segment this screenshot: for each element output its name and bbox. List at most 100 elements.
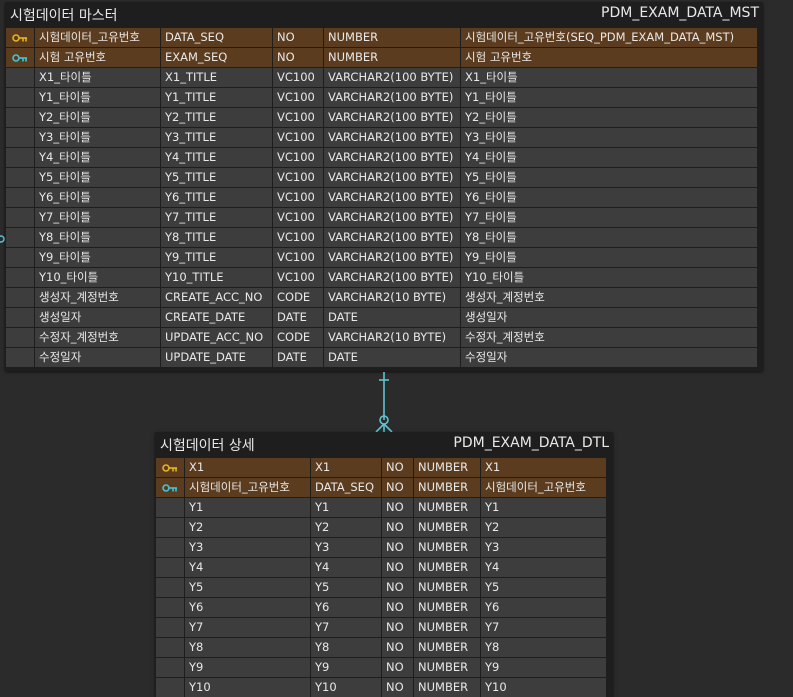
column-logical: Y6_타이틀 — [35, 188, 160, 207]
column-row[interactable]: Y9 Y9 NO NUMBER Y9 — [155, 657, 613, 677]
column-comment: Y3_타이틀 — [461, 128, 757, 147]
row-marker — [156, 518, 184, 537]
column-row[interactable]: Y10_타이틀 Y10_TITLE VC100 VARCHAR2(100 BYTE) Y… — [5, 267, 763, 287]
column-physical: X1_TITLE — [161, 68, 272, 87]
column-type: VARCHAR2(100 BYTE) — [324, 188, 460, 207]
entity-physical-name: PDM_EXAM_DATA_DTL — [453, 435, 609, 451]
column-row[interactable]: Y1 Y1 NO NUMBER Y1 — [155, 497, 613, 517]
column-physical: Y2_TITLE — [161, 108, 272, 127]
column-physical: Y6_TITLE — [161, 188, 272, 207]
row-marker — [6, 348, 34, 367]
column-domain: NO — [382, 678, 413, 697]
column-domain: VC100 — [273, 268, 323, 287]
column-row[interactable]: Y6 Y6 NO NUMBER Y6 — [155, 597, 613, 617]
column-row[interactable]: 시험데이터_고유번호 DATA_SEQ NO NUMBER 시험데이터_고유번호 — [155, 477, 613, 497]
column-comment: Y10 — [481, 678, 606, 697]
column-comment: Y9 — [481, 658, 606, 677]
column-type: VARCHAR2(100 BYTE) — [324, 88, 460, 107]
column-physical: X1 — [311, 458, 381, 477]
column-logical: Y7 — [185, 618, 310, 637]
column-logical: 수정자_계정번호 — [35, 328, 160, 347]
column-type: VARCHAR2(100 BYTE) — [324, 128, 460, 147]
column-comment: 시험데이터_고유번호(SEQ_PDM_EXAM_DATA_MST) — [461, 28, 757, 47]
column-comment: Y4_타이틀 — [461, 148, 757, 167]
column-domain: NO — [382, 618, 413, 637]
row-marker — [6, 88, 34, 107]
row-marker — [6, 228, 34, 247]
row-marker — [156, 678, 184, 697]
column-comment: Y2 — [481, 518, 606, 537]
column-row[interactable]: Y6_타이틀 Y6_TITLE VC100 VARCHAR2(100 BYTE) Y6_… — [5, 187, 763, 207]
column-row[interactable]: 시험 고유번호 EXAM_SEQ NO NUMBER 시험 고유번호 — [5, 47, 763, 67]
column-row[interactable]: Y9_타이틀 Y9_TITLE VC100 VARCHAR2(100 BYTE) Y9_… — [5, 247, 763, 267]
entity-header: 시험데이터 상세 PDM_EXAM_DATA_DTL — [155, 432, 613, 456]
column-type: VARCHAR2(10 BYTE) — [324, 328, 460, 347]
column-row[interactable]: Y7 Y7 NO NUMBER Y7 — [155, 617, 613, 637]
column-row[interactable]: 수정일자 UPDATE_DATE DATE DATE 수정일자 — [5, 347, 763, 367]
column-type: NUMBER — [414, 638, 480, 657]
column-physical: CREATE_DATE — [161, 308, 272, 327]
column-logical: Y10_타이틀 — [35, 268, 160, 287]
primary-key-icon — [6, 28, 34, 47]
column-comment: Y8 — [481, 638, 606, 657]
column-logical: Y10 — [185, 678, 310, 697]
column-type: DATE — [324, 348, 460, 367]
column-physical: Y5 — [311, 578, 381, 597]
row-marker — [6, 288, 34, 307]
column-logical: Y2_타이틀 — [35, 108, 160, 127]
column-comment: 수정자_계정번호 — [461, 328, 757, 347]
column-row[interactable]: X1 X1 NO NUMBER X1 — [155, 457, 613, 477]
column-row[interactable]: Y2 Y2 NO NUMBER Y2 — [155, 517, 613, 537]
column-physical: Y7_TITLE — [161, 208, 272, 227]
column-row[interactable]: Y4 Y4 NO NUMBER Y4 — [155, 557, 613, 577]
row-marker — [6, 308, 34, 327]
column-domain: NO — [382, 558, 413, 577]
column-row[interactable]: Y8_타이틀 Y8_TITLE VC100 VARCHAR2(100 BYTE) Y8_… — [5, 227, 763, 247]
column-physical: Y3 — [311, 538, 381, 557]
column-comment: Y1_타이틀 — [461, 88, 757, 107]
column-type: NUMBER — [414, 598, 480, 617]
row-marker — [156, 658, 184, 677]
column-type: NUMBER — [414, 658, 480, 677]
column-row[interactable]: Y3_타이틀 Y3_TITLE VC100 VARCHAR2(100 BYTE) Y3_… — [5, 127, 763, 147]
column-row[interactable]: Y4_타이틀 Y4_TITLE VC100 VARCHAR2(100 BYTE) Y4_… — [5, 147, 763, 167]
column-type: DATE — [324, 308, 460, 327]
column-physical: Y4_TITLE — [161, 148, 272, 167]
column-row[interactable]: Y2_타이틀 Y2_TITLE VC100 VARCHAR2(100 BYTE) Y2_… — [5, 107, 763, 127]
column-row[interactable]: Y8 Y8 NO NUMBER Y8 — [155, 637, 613, 657]
column-comment: Y7_타이틀 — [461, 208, 757, 227]
entity-exam-data-detail[interactable]: 시험데이터 상세 PDM_EXAM_DATA_DTL X1 X1 NO NUMBER X… — [155, 432, 613, 697]
column-domain: VC100 — [273, 228, 323, 247]
column-row[interactable]: 생성일자 CREATE_DATE DATE DATE 생성일자 — [5, 307, 763, 327]
row-marker — [156, 618, 184, 637]
column-logical: Y7_타이틀 — [35, 208, 160, 227]
column-row[interactable]: Y5_타이틀 Y5_TITLE VC100 VARCHAR2(100 BYTE) Y5_… — [5, 167, 763, 187]
column-row[interactable]: Y5 Y5 NO NUMBER Y5 — [155, 577, 613, 597]
column-row[interactable]: Y3 Y3 NO NUMBER Y3 — [155, 537, 613, 557]
column-comment: Y5_타이틀 — [461, 168, 757, 187]
column-logical: Y1_타이틀 — [35, 88, 160, 107]
column-physical: Y10 — [311, 678, 381, 697]
column-row[interactable]: X1_타이틀 X1_TITLE VC100 VARCHAR2(100 BYTE) X1_… — [5, 67, 763, 87]
column-comment: Y5 — [481, 578, 606, 597]
row-marker — [156, 598, 184, 617]
column-type: NUMBER — [414, 578, 480, 597]
column-row[interactable]: 시험데이터_고유번호 DATA_SEQ NO NUMBER 시험데이터_고유번호(SEQ… — [5, 27, 763, 47]
column-type: VARCHAR2(100 BYTE) — [324, 248, 460, 267]
column-row[interactable]: 수정자_계정번호 UPDATE_ACC_NO CODE VARCHAR2(10 BYT… — [5, 327, 763, 347]
row-marker — [6, 328, 34, 347]
column-comment: Y9_타이틀 — [461, 248, 757, 267]
column-row[interactable]: Y7_타이틀 Y7_TITLE VC100 VARCHAR2(100 BYTE) Y7_… — [5, 207, 763, 227]
entity-exam-data-master[interactable]: 시험데이터 마스터 PDM_EXAM_DATA_MST 시험데이터_고유번호 DA… — [5, 2, 763, 371]
column-physical: Y9 — [311, 658, 381, 677]
entity-physical-name: PDM_EXAM_DATA_MST — [601, 5, 759, 21]
column-row[interactable]: Y1_타이틀 Y1_TITLE VC100 VARCHAR2(100 BYTE) Y1_… — [5, 87, 763, 107]
column-type: VARCHAR2(100 BYTE) — [324, 168, 460, 187]
column-comment: X1 — [481, 458, 606, 477]
column-row[interactable]: Y10 Y10 NO NUMBER Y10 — [155, 677, 613, 697]
column-logical: Y4 — [185, 558, 310, 577]
column-logical: 시험 고유번호 — [35, 48, 160, 67]
relationship-connector[interactable] — [370, 372, 398, 434]
column-row[interactable]: 생성자_계정번호 CREATE_ACC_NO CODE VARCHAR2(10 BYT… — [5, 287, 763, 307]
column-logical: Y4_타이틀 — [35, 148, 160, 167]
